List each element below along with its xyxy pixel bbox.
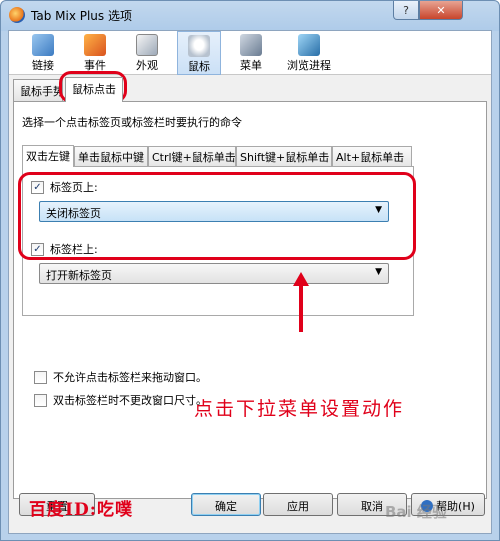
close-button[interactable]: ✕ (419, 1, 463, 20)
menu-icon (240, 34, 262, 56)
inner-tabs: 双击左键 单击鼠标中键 Ctrl键+鼠标单击 Shift键+鼠标单击 Alt+鼠… (22, 145, 414, 167)
mouse-clicks-panel: 选择一个点击标签页或标签栏时要执行的命令 双击左键 单击鼠标中键 Ctrl键+鼠… (13, 101, 487, 499)
on-tab-label: 标签页上: (50, 181, 98, 194)
toolbar-links-label: 链接 (32, 59, 54, 72)
on-tab-option[interactable]: ✓ 标签页上: (31, 179, 98, 195)
title-bar[interactable]: Tab Mix Plus 选项 ? ✕ (1, 1, 499, 29)
toolbar-session[interactable]: 浏览进程 (281, 31, 337, 75)
tab-mouse-gestures[interactable]: 鼠标手势 (13, 79, 63, 101)
mouse-icon (188, 35, 210, 57)
double-click-panel: ✓ 标签页上: 关闭标签页 ▼ ✓ 标签栏上: 打开新标签页 ▼ (22, 166, 414, 316)
toolbar-menu[interactable]: 菜单 (229, 31, 273, 75)
events-icon (84, 34, 106, 56)
apply-button[interactable]: 应用 (263, 493, 333, 516)
no-drag-option[interactable]: 不允许点击标签栏来拖动窗口。 (34, 369, 207, 385)
toolbar-links[interactable]: 链接 (21, 31, 65, 75)
links-icon (32, 34, 54, 56)
baidu-watermark: Bai 经验 (385, 503, 447, 521)
ok-button[interactable]: 确定 (191, 493, 261, 516)
chevron-down-icon: ▼ (375, 205, 382, 215)
on-tab-selected: 关闭标签页 (46, 207, 101, 220)
instruction-text: 选择一个点击标签页或标签栏时要执行的命令 (22, 116, 242, 129)
on-tabbar-checkbox[interactable]: ✓ (31, 242, 44, 256)
on-tabbar-dropdown[interactable]: 打开新标签页 ▼ (39, 263, 389, 284)
options-window: Tab Mix Plus 选项 ? ✕ 链接 事件 外观 鼠标 菜单 浏览进程 … (0, 0, 500, 541)
toolbar-appearance[interactable]: 外观 (125, 31, 169, 75)
tab-mouse-clicks[interactable]: 鼠标点击 (65, 77, 123, 102)
annotation-text: 点击下拉菜单设置动作 (194, 398, 405, 420)
firefox-icon (9, 7, 25, 23)
window-title: Tab Mix Plus 选项 (31, 9, 132, 23)
tab-shift-click[interactable]: Shift键+鼠标单击 (236, 146, 332, 166)
tab-middle-click[interactable]: 单击鼠标中键 (74, 146, 148, 166)
appearance-icon (136, 34, 158, 56)
red-arrow-icon (293, 272, 309, 332)
chevron-down-icon: ▼ (375, 267, 382, 277)
toolbar-appearance-label: 外观 (136, 59, 158, 72)
on-tabbar-selected: 打开新标签页 (46, 269, 112, 282)
toolbar-menu-label: 菜单 (240, 59, 262, 72)
no-resize-checkbox[interactable] (34, 393, 47, 407)
tab-alt-click[interactable]: Alt+鼠标单击 (332, 146, 412, 166)
help-title-button[interactable]: ? (393, 1, 419, 20)
on-tabbar-label: 标签栏上: (50, 243, 98, 256)
no-drag-label: 不允许点击标签栏来拖动窗口。 (53, 371, 207, 384)
on-tab-dropdown[interactable]: 关闭标签页 ▼ (39, 201, 389, 222)
toolbar-events[interactable]: 事件 (73, 31, 117, 75)
toolbar-mouse[interactable]: 鼠标 (177, 31, 221, 75)
watermark-text: 百度ID:吃噗 (29, 500, 133, 520)
toolbar-mouse-label: 鼠标 (188, 60, 210, 73)
toolbar-events-label: 事件 (84, 59, 106, 72)
on-tabbar-option[interactable]: ✓ 标签栏上: (31, 241, 98, 257)
on-tab-checkbox[interactable]: ✓ (31, 180, 44, 194)
tab-ctrl-click[interactable]: Ctrl键+鼠标单击 (148, 146, 236, 166)
session-icon (298, 34, 320, 56)
tab-double-click[interactable]: 双击左键 (22, 145, 74, 167)
no-resize-option[interactable]: 双击标签栏时不更改窗口尺寸。 (34, 392, 207, 408)
no-resize-label: 双击标签栏时不更改窗口尺寸。 (53, 394, 207, 407)
no-drag-checkbox[interactable] (34, 370, 47, 384)
toolbar-session-label: 浏览进程 (287, 59, 331, 72)
category-toolbar: 链接 事件 外观 鼠标 菜单 浏览进程 (9, 31, 491, 75)
client-area: 链接 事件 外观 鼠标 菜单 浏览进程 鼠标手势 鼠标点击 选择一个点击标签页或… (8, 30, 492, 534)
